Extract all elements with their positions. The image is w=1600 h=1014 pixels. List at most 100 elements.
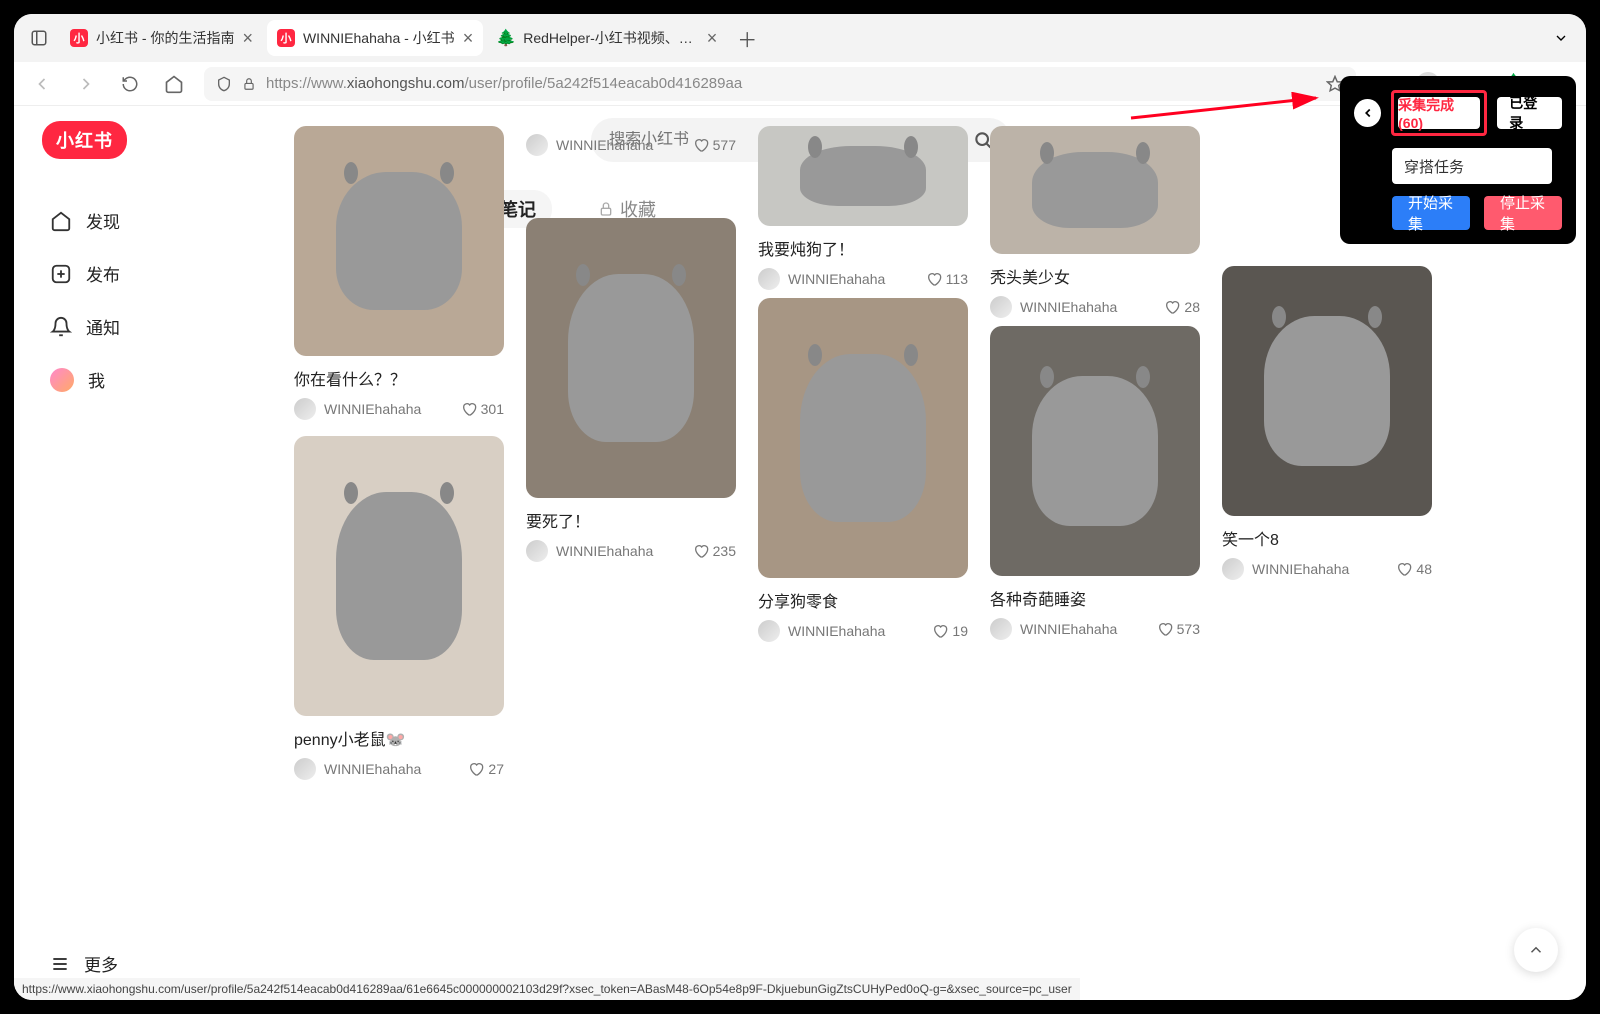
card-title: 你在看什么？？ [294,366,504,390]
feed-card[interactable]: 我要炖狗了！WINNIEhahaha113 [758,126,968,290]
card-author[interactable]: WINNIEhahaha [1020,621,1149,637]
avatar[interactable] [1222,558,1244,580]
card-author[interactable]: WINNIEhahaha [788,271,918,287]
close-icon[interactable]: × [707,28,718,49]
sidebar-item-discover[interactable]: 发现 [42,194,202,247]
tab-2[interactable]: 🌲 RedHelper-小红书视频、图片去水 × [487,20,727,56]
card-thumbnail[interactable] [294,126,504,356]
back-button[interactable] [28,70,56,98]
card-author[interactable]: WINNIEhahaha [556,137,685,153]
card-author[interactable]: WINNIEhahaha [788,623,924,639]
card-thumbnail[interactable] [990,326,1200,576]
stop-collect-button[interactable]: 停止采集 [1484,196,1562,230]
feed-card[interactable]: penny小老鼠🐭WINNIEhahaha27 [294,436,504,780]
avatar[interactable] [990,296,1012,318]
feed-card[interactable]: 笑一个8 WINNIEhahaha 48 [1222,266,1432,580]
extension-login-status[interactable]: 已登录 [1497,97,1562,129]
forward-button[interactable] [72,70,100,98]
shield-icon[interactable] [216,76,232,92]
feed-card[interactable]: WINNIEhahaha 577 [526,126,736,156]
card-meta: WINNIEhahaha 113 [758,268,968,290]
card-likes[interactable]: 573 [1157,621,1200,637]
sidebar-item-me[interactable]: 我 [42,353,202,406]
plus-square-icon [50,263,72,285]
card-author[interactable]: WINNIEhahaha [324,401,453,417]
tree-icon: 🌲 [497,29,515,47]
card-likes[interactable]: 235 [693,543,736,559]
tab-0[interactable]: 小 小红书 - 你的生活指南 × [60,20,263,56]
card-author[interactable]: WINNIEhahaha [1252,561,1388,577]
card-meta: WINNIEhahaha 577 [526,134,736,156]
sidebar-item-publish[interactable]: 发布 [42,247,202,300]
card-likes[interactable]: 28 [1164,299,1200,315]
feed-card[interactable]: 秃头美少女WINNIEhahaha28 [990,126,1200,318]
card-thumbnail[interactable] [526,218,736,498]
browser-tabs-bar: 小 小红书 - 你的生活指南 × 小 WINNIEhahaha - 小红书 × … [14,14,1586,62]
card-title: 要死了！ [526,508,736,532]
tab-1[interactable]: 小 WINNIEhahaha - 小红书 × [267,20,483,56]
avatar[interactable] [526,134,548,156]
url-text: https://www.xiaohongshu.com/user/profile… [266,75,1316,92]
feed-card[interactable]: 各种奇葩睡姿 WINNIEhahaha 573 [990,326,1200,640]
home-button[interactable] [160,70,188,98]
card-likes[interactable]: 27 [468,761,504,777]
extension-panel: 采集完成 (60) 已登录 穿搭任务 开始采集 停止采集 [1340,76,1576,244]
card-likes[interactable]: 19 [932,623,968,639]
close-icon[interactable]: × [242,28,253,49]
sidebar-item-label: 通知 [86,314,120,339]
card-title: 笑一个8 [1222,526,1432,550]
address-bar[interactable]: https://www.xiaohongshu.com/user/profile… [204,67,1356,101]
card-likes[interactable]: 113 [926,271,968,287]
feed-card[interactable]: 要死了！ WINNIEhahaha 235 [526,218,736,562]
avatar [50,368,74,392]
card-meta: WINNIEhahaha 48 [1222,558,1432,580]
close-icon[interactable]: × [463,28,474,49]
card-author[interactable]: WINNIEhahaha [556,543,685,559]
avatar[interactable] [294,398,316,420]
scroll-to-top-button[interactable] [1514,928,1558,972]
tab-sidebar-button[interactable] [22,21,56,55]
extension-back-button[interactable] [1354,99,1381,127]
sidebar-item-label: 发现 [86,208,120,233]
card-author[interactable]: WINNIEhahaha [1020,299,1156,315]
card-title: 各种奇葩睡姿 [990,586,1200,610]
feed-card[interactable]: 你在看什么？？ WINNIEhahaha 301 [294,126,504,420]
xhs-icon: 小 [277,29,295,47]
avatar[interactable] [758,620,780,642]
card-thumbnail[interactable] [294,436,504,716]
card-likes[interactable]: 301 [461,401,504,417]
card-meta: WINNIEhahaha 573 [990,618,1200,640]
card-thumbnail[interactable] [1222,266,1432,516]
extension-status: 采集完成 (60) [1398,97,1480,129]
sidebar-item-notifications[interactable]: 通知 [42,300,202,353]
card-meta: WINNIEhahaha 301 [294,398,504,420]
card-likes[interactable]: 48 [1396,561,1432,577]
reload-button[interactable] [116,70,144,98]
extension-task-name[interactable]: 穿搭任务 [1392,148,1552,184]
avatar[interactable] [294,758,316,780]
site-sidebar: 发现 发布 通知 我 [42,194,202,406]
card-likes[interactable]: 577 [693,137,736,153]
avatar[interactable] [526,540,548,562]
site-logo[interactable]: 小红书 [42,121,127,159]
card-meta: WINNIEhahaha 28 [990,296,1200,318]
avatar[interactable] [990,618,1012,640]
lock-icon[interactable] [242,77,256,91]
annotation-highlight: 采集完成 (60) [1391,90,1487,136]
card-author[interactable]: WINNIEhahaha [324,761,460,777]
card-meta: WINNIEhahaha 27 [294,758,504,780]
card-thumbnail[interactable] [758,126,968,226]
home-icon [50,210,72,232]
card-thumbnail[interactable] [758,298,968,578]
status-bar: https://www.xiaohongshu.com/user/profile… [14,978,1080,1000]
new-tab-button[interactable]: ＋ [731,22,763,54]
xhs-icon: 小 [70,29,88,47]
avatar[interactable] [758,268,780,290]
card-thumbnail[interactable] [990,126,1200,254]
sidebar-item-label: 发布 [86,261,120,286]
feed-card[interactable]: 分享狗零食WINNIEhahaha19 [758,298,968,642]
sidebar-item-label: 更多 [84,951,118,976]
tab-list-button[interactable] [1544,21,1578,55]
sidebar-item-label: 我 [88,367,105,392]
start-collect-button[interactable]: 开始采集 [1392,196,1470,230]
